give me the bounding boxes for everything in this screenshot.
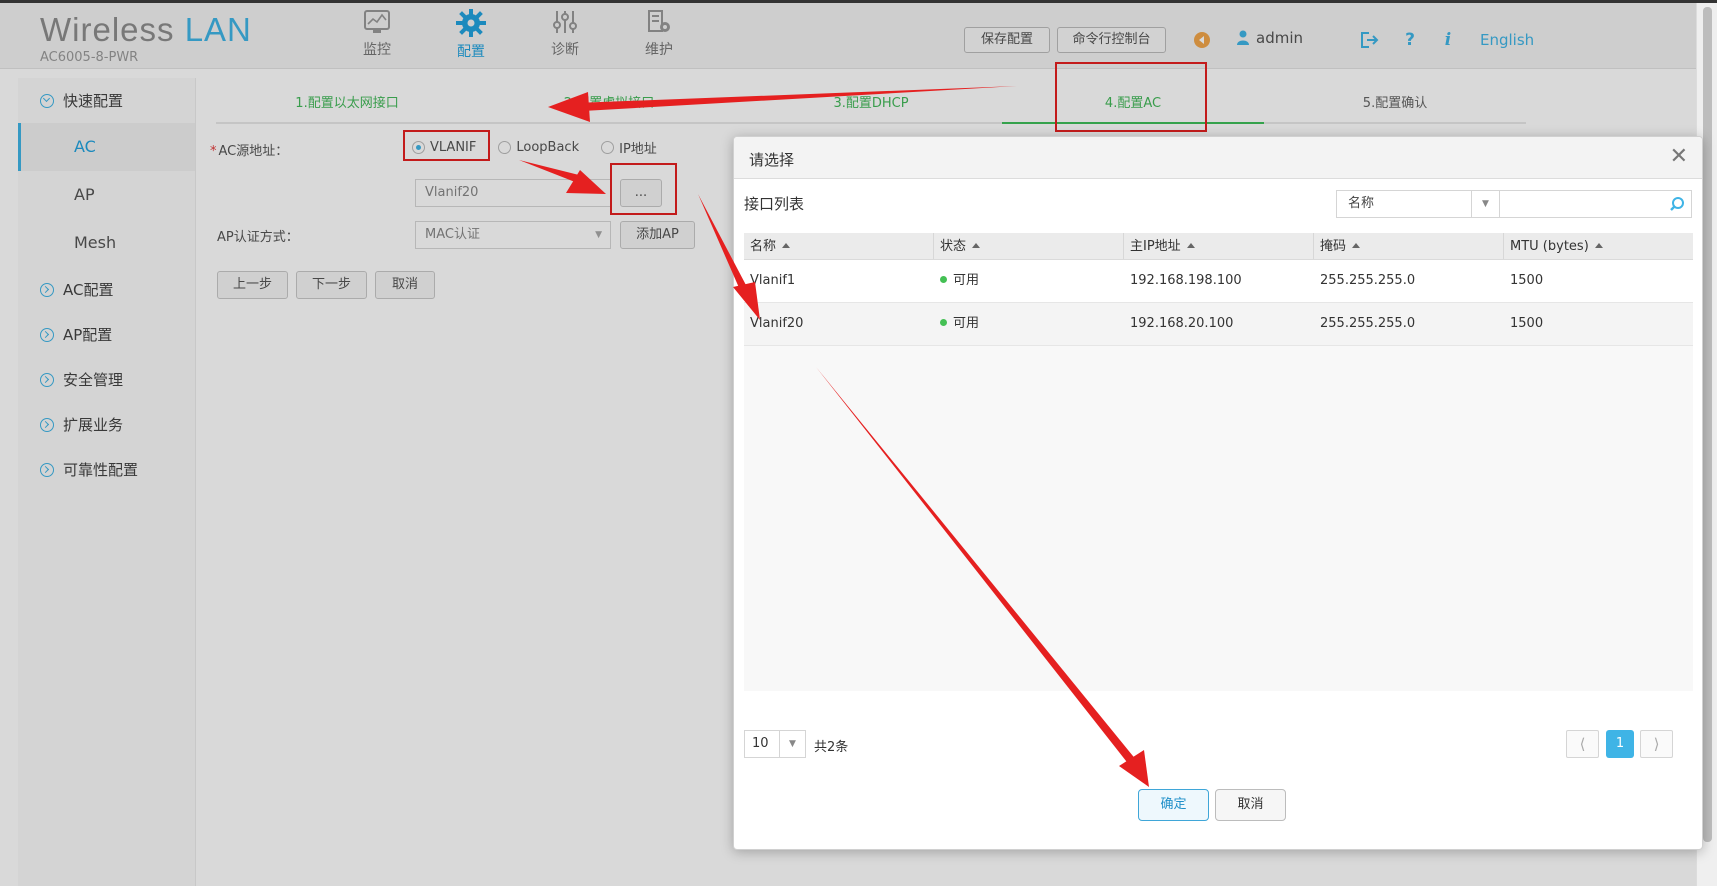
table-row[interactable]: Vlanif20 可用 192.168.20.100 255.255.255.0… [744, 303, 1693, 346]
chevron-down-icon: ▼ [779, 731, 805, 757]
sort-asc-icon [1186, 243, 1195, 248]
cell-status: 可用 [934, 303, 1124, 345]
scrollbar-thumb[interactable] [1703, 7, 1712, 842]
chevron-right-icon[interactable]: ⟩ [1640, 730, 1673, 758]
table-row[interactable]: Vlanif1 可用 192.168.198.100 255.255.255.0… [744, 260, 1693, 303]
interface-list-title: 接口列表 [744, 195, 805, 213]
cell-mtu: 1500 [1510, 316, 1544, 331]
column-header-name[interactable]: 名称 [744, 233, 934, 259]
cell-ip: 192.168.198.100 [1130, 273, 1242, 288]
cell-name: Vlanif1 [750, 273, 796, 288]
cell-ip: 192.168.20.100 [1130, 316, 1234, 331]
column-header-status[interactable]: 状态 [934, 233, 1124, 259]
status-dot-icon [940, 319, 947, 326]
page-number-current[interactable]: 1 [1606, 730, 1634, 758]
cell-mask: 255.255.255.0 [1320, 316, 1416, 331]
column-header-ip[interactable]: 主IP地址 [1124, 233, 1314, 259]
filter-field-select[interactable]: 名称 ▼ [1336, 190, 1500, 218]
table-header: 名称 状态 主IP地址 掩码 MTU (bytes) [744, 233, 1693, 260]
sort-asc-icon [972, 243, 981, 248]
chevron-down-icon: ▼ [1471, 191, 1499, 217]
column-header-mtu[interactable]: MTU (bytes) [1504, 233, 1693, 259]
cell-status: 可用 [934, 260, 1124, 302]
interface-table: 名称 状态 主IP地址 掩码 MTU (bytes) Vlanif1 可用 19… [744, 233, 1693, 691]
column-header-mask[interactable]: 掩码 [1314, 233, 1504, 259]
cell-mtu: 1500 [1510, 273, 1544, 288]
dialog-cancel-button[interactable]: 取消 [1215, 789, 1286, 821]
dialog-header: 请选择 ✕ [734, 137, 1702, 179]
dialog-title: 请选择 [749, 151, 795, 169]
chevron-left-icon[interactable]: ⟨ [1566, 730, 1599, 758]
select-interface-dialog: 请选择 ✕ 接口列表 名称 ▼ 名称 状态 主IP地址 掩码 MTU (bytes… [733, 136, 1703, 850]
status-dot-icon [940, 276, 947, 283]
total-count: 共2条 [814, 740, 849, 755]
page-size-select[interactable]: 10 ▼ [744, 730, 806, 758]
close-icon[interactable]: ✕ [1670, 145, 1688, 169]
cell-mask: 255.255.255.0 [1320, 273, 1416, 288]
cell-name: Vlanif20 [750, 316, 804, 331]
filter-search-input[interactable] [1499, 190, 1692, 218]
confirm-button[interactable]: 确定 [1138, 789, 1209, 821]
sort-asc-icon [1352, 243, 1361, 248]
sort-asc-icon [782, 243, 791, 248]
search-icon[interactable] [1669, 196, 1685, 212]
sort-asc-icon [1594, 243, 1603, 248]
